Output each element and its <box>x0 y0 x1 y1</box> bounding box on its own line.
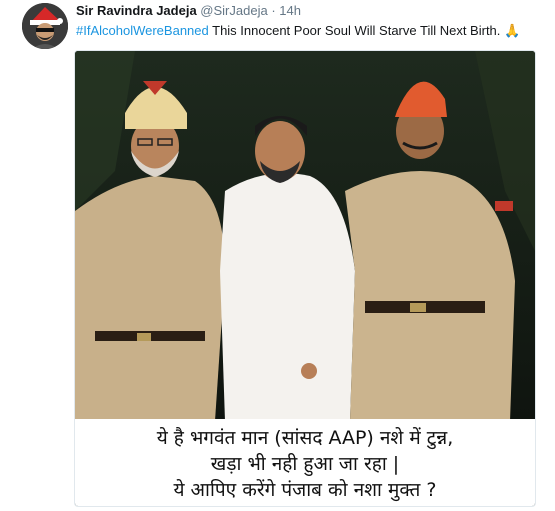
tweet-text: #IfAlcoholWereBanned This Innocent Poor … <box>76 22 547 40</box>
image-caption: ये है भगवंत मान (सांसद AAP) नशे में टुन्… <box>75 419 535 506</box>
caption-line: खड़ा भी नही हुआ जा रहा | <box>210 453 400 475</box>
tweet-timestamp[interactable]: 14h <box>279 3 301 18</box>
tweet-body: This Innocent Poor Soul Will Starve Till… <box>208 23 505 38</box>
avatar-image <box>22 3 68 49</box>
hashtag-link[interactable]: #IfAlcoholWereBanned <box>76 23 209 38</box>
tweet-card[interactable]: Sir Ravindra Jadeja @SirJadeja · 14h #If… <box>0 0 555 511</box>
photo <box>75 51 535 421</box>
caption-line: ये है भगवंत मान (सांसद AAP) नशे में टुन्… <box>156 427 454 449</box>
tweet-header: Sir Ravindra Jadeja @SirJadeja · 14h <box>76 2 547 20</box>
author-display-name[interactable]: Sir Ravindra Jadeja <box>76 3 197 18</box>
tweet-media-image[interactable]: ये है भगवंत मान (सांसद AAP) नशे में टुन्… <box>74 50 536 507</box>
caption-line: ये आपिए करेंगे पंजाब को नशा मुक्त ? <box>173 479 437 501</box>
author-handle[interactable]: @SirJadeja <box>200 3 267 18</box>
avatar[interactable] <box>22 3 68 49</box>
folded-hands-icon: 🙏 <box>504 23 521 38</box>
separator-dot: · <box>271 3 276 18</box>
